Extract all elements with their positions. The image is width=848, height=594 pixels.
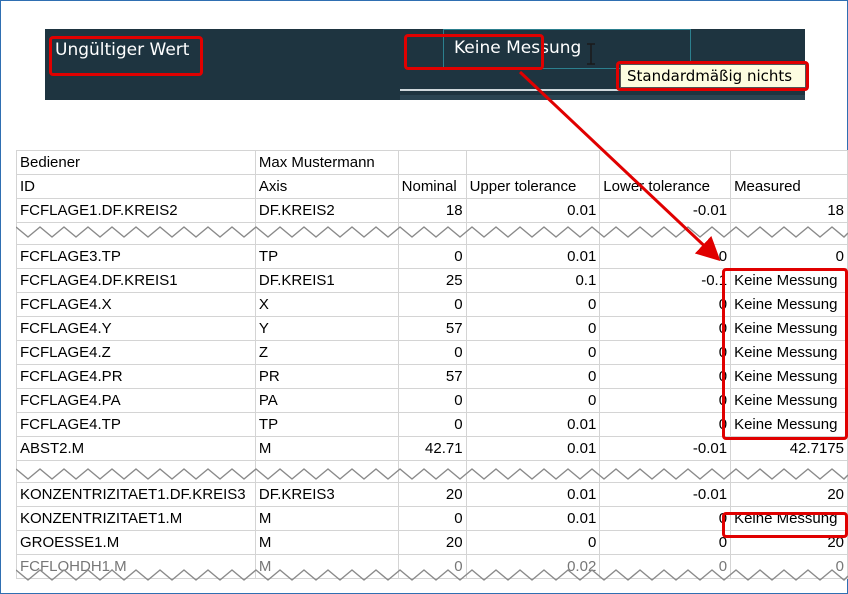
red-arrow: [518, 70, 721, 262]
